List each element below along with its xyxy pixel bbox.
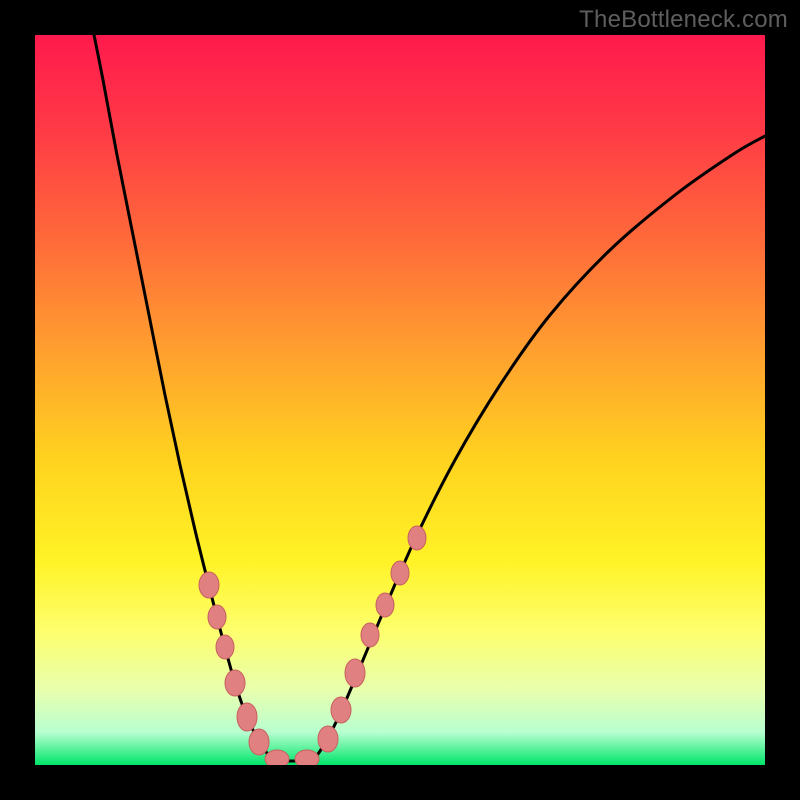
bead-right-5: [391, 561, 409, 585]
bead-right-0: [318, 726, 338, 752]
bead-bottom-0: [265, 750, 289, 765]
bead-right-4: [376, 593, 394, 617]
bead-right-2: [345, 659, 365, 687]
outer-black-frame: TheBottleneck.com: [0, 0, 800, 800]
bead-left-4: [237, 703, 257, 731]
bead-right-6: [408, 526, 426, 550]
beads-group: [199, 526, 426, 765]
bead-right-3: [361, 623, 379, 647]
bead-left-0: [199, 572, 219, 598]
plot-area: [35, 35, 765, 765]
bead-left-2: [216, 635, 234, 659]
bead-bottom-1: [295, 750, 319, 765]
watermark-text: TheBottleneck.com: [579, 6, 788, 34]
bead-left-5: [249, 729, 269, 755]
bead-left-3: [225, 670, 245, 696]
left-curve: [90, 35, 273, 761]
curves-layer: [35, 35, 765, 765]
bead-right-1: [331, 697, 351, 723]
right-curve: [313, 135, 765, 761]
bead-left-1: [208, 605, 226, 629]
